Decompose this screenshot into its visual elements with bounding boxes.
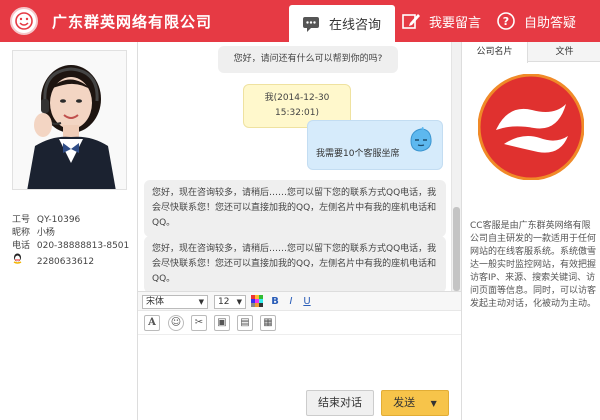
company-logo <box>477 73 585 181</box>
customer-message: 我需要10个客服坐席 <box>307 120 443 170</box>
agent-info: 工号 QY-10396 昵称 小杨 电话 020-38888813-8501 2… <box>12 214 129 269</box>
right-tabs: 公司名片 文件 <box>462 42 600 63</box>
agent-message-2: 您好，现在咨询较多，请稍后……您可以留下您的联系方式QQ电话，我会尽快联系您！您… <box>144 236 446 291</box>
agent-avatar <box>12 50 127 190</box>
system-message: 您好，请问还有什么可以帮到你的吗? <box>218 46 398 73</box>
font-family-select[interactable]: 宋体 ▼ <box>142 295 208 309</box>
smiley-icon[interactable]: ☺ <box>168 315 184 331</box>
chat-scrollbar-thumb[interactable] <box>453 207 460 291</box>
chevron-down-icon: ▼ <box>198 298 204 306</box>
agent-qq: 2280633612 <box>36 257 95 267</box>
tab-online-chat-label: 在线咨询 <box>329 18 382 33</box>
nick-label: 昵称 <box>12 228 31 238</box>
chat-scrollbar[interactable] <box>451 42 461 291</box>
agent-phone: 020-38888813-8501 <box>36 241 130 251</box>
color-grid-icon[interactable] <box>250 295 264 309</box>
tab-files[interactable]: 文件 <box>528 42 600 62</box>
id-label: 工号 <box>12 215 31 225</box>
italic-button[interactable]: I <box>284 295 298 309</box>
agent-message-1: 您好，现在咨询较多，请稍后……您可以留下您的联系方式QQ电话，我会尽快联系您！您… <box>144 180 446 237</box>
phone-label: 电话 <box>12 241 31 251</box>
help-icon: ? <box>496 11 516 31</box>
tab-self-help[interactable]: ? 自助答疑 <box>496 0 576 42</box>
tab-online-chat[interactable]: 在线咨询 <box>289 5 396 42</box>
message-input[interactable] <box>138 335 461 390</box>
history-icon[interactable]: ▦ <box>260 315 276 331</box>
chevron-down-icon: ▼ <box>236 298 242 306</box>
tab-self-help-label: 自助答疑 <box>524 15 577 31</box>
edit-icon <box>401 11 421 31</box>
chat-messages: 您好，请问还有什么可以帮到你的吗? 我(2014-12-30 15:32:01)… <box>138 42 450 291</box>
logo-icon <box>10 7 38 35</box>
chevron-down-icon[interactable]: ▼ <box>431 399 437 408</box>
agent-card: 工号 QY-10396 昵称 小杨 电话 020-38888813-8501 2… <box>0 42 138 420</box>
font-style-icon[interactable]: A <box>144 315 160 331</box>
customer-message-text: 我需要10个客服坐席 <box>316 149 400 159</box>
agent-qq-row[interactable]: 2280633612 <box>12 253 129 269</box>
send-button-label: 发送 <box>393 396 416 409</box>
tab-leave-message[interactable]: 我要留言 <box>401 0 481 42</box>
company-description: CC客服是由广东群英网络有限公司自主研发的一款适用于任何网站的在线客服系统。系统… <box>470 221 597 309</box>
svg-text:?: ? <box>503 15 509 28</box>
bold-button[interactable]: B <box>268 295 282 309</box>
header-bar: 广东群英网络有限公司 在线咨询 我要留言 ? 自助答疑 <box>0 0 600 42</box>
footer-bar: 结束对话 发送 ▼ <box>138 390 461 420</box>
qq-icon <box>12 253 34 269</box>
format-toolbar: 宋体 ▼ 12 ▼ B I U <box>138 291 461 311</box>
company-panel: 公司名片 文件 CC客服是由广东群英网络有限公司自主研发的一款适用于任何网站的在… <box>461 42 600 420</box>
agent-nick: 小杨 <box>36 228 55 238</box>
agent-id: QY-10396 <box>36 215 81 225</box>
send-button[interactable]: 发送 ▼ <box>381 390 449 416</box>
image-icon[interactable]: ▣ <box>214 315 230 331</box>
tab-company-card[interactable]: 公司名片 <box>462 42 528 63</box>
emoji-icon <box>408 126 434 159</box>
company-name: 广东群英网络有限公司 <box>52 13 213 31</box>
font-size-select[interactable]: 12 ▼ <box>214 295 246 309</box>
end-chat-button[interactable]: 结束对话 <box>306 390 374 416</box>
underline-button[interactable]: U <box>300 295 314 309</box>
insert-toolbar: A ☺ ✂ ▣ ▤ ▦ <box>138 311 461 335</box>
tab-leave-message-label: 我要留言 <box>429 15 482 31</box>
font-size-value: 12 <box>218 297 230 307</box>
file-icon[interactable]: ▤ <box>237 315 253 331</box>
screenshot-icon[interactable]: ✂ <box>191 315 207 331</box>
font-family-value: 宋体 <box>146 297 165 307</box>
chat-icon <box>301 14 321 34</box>
